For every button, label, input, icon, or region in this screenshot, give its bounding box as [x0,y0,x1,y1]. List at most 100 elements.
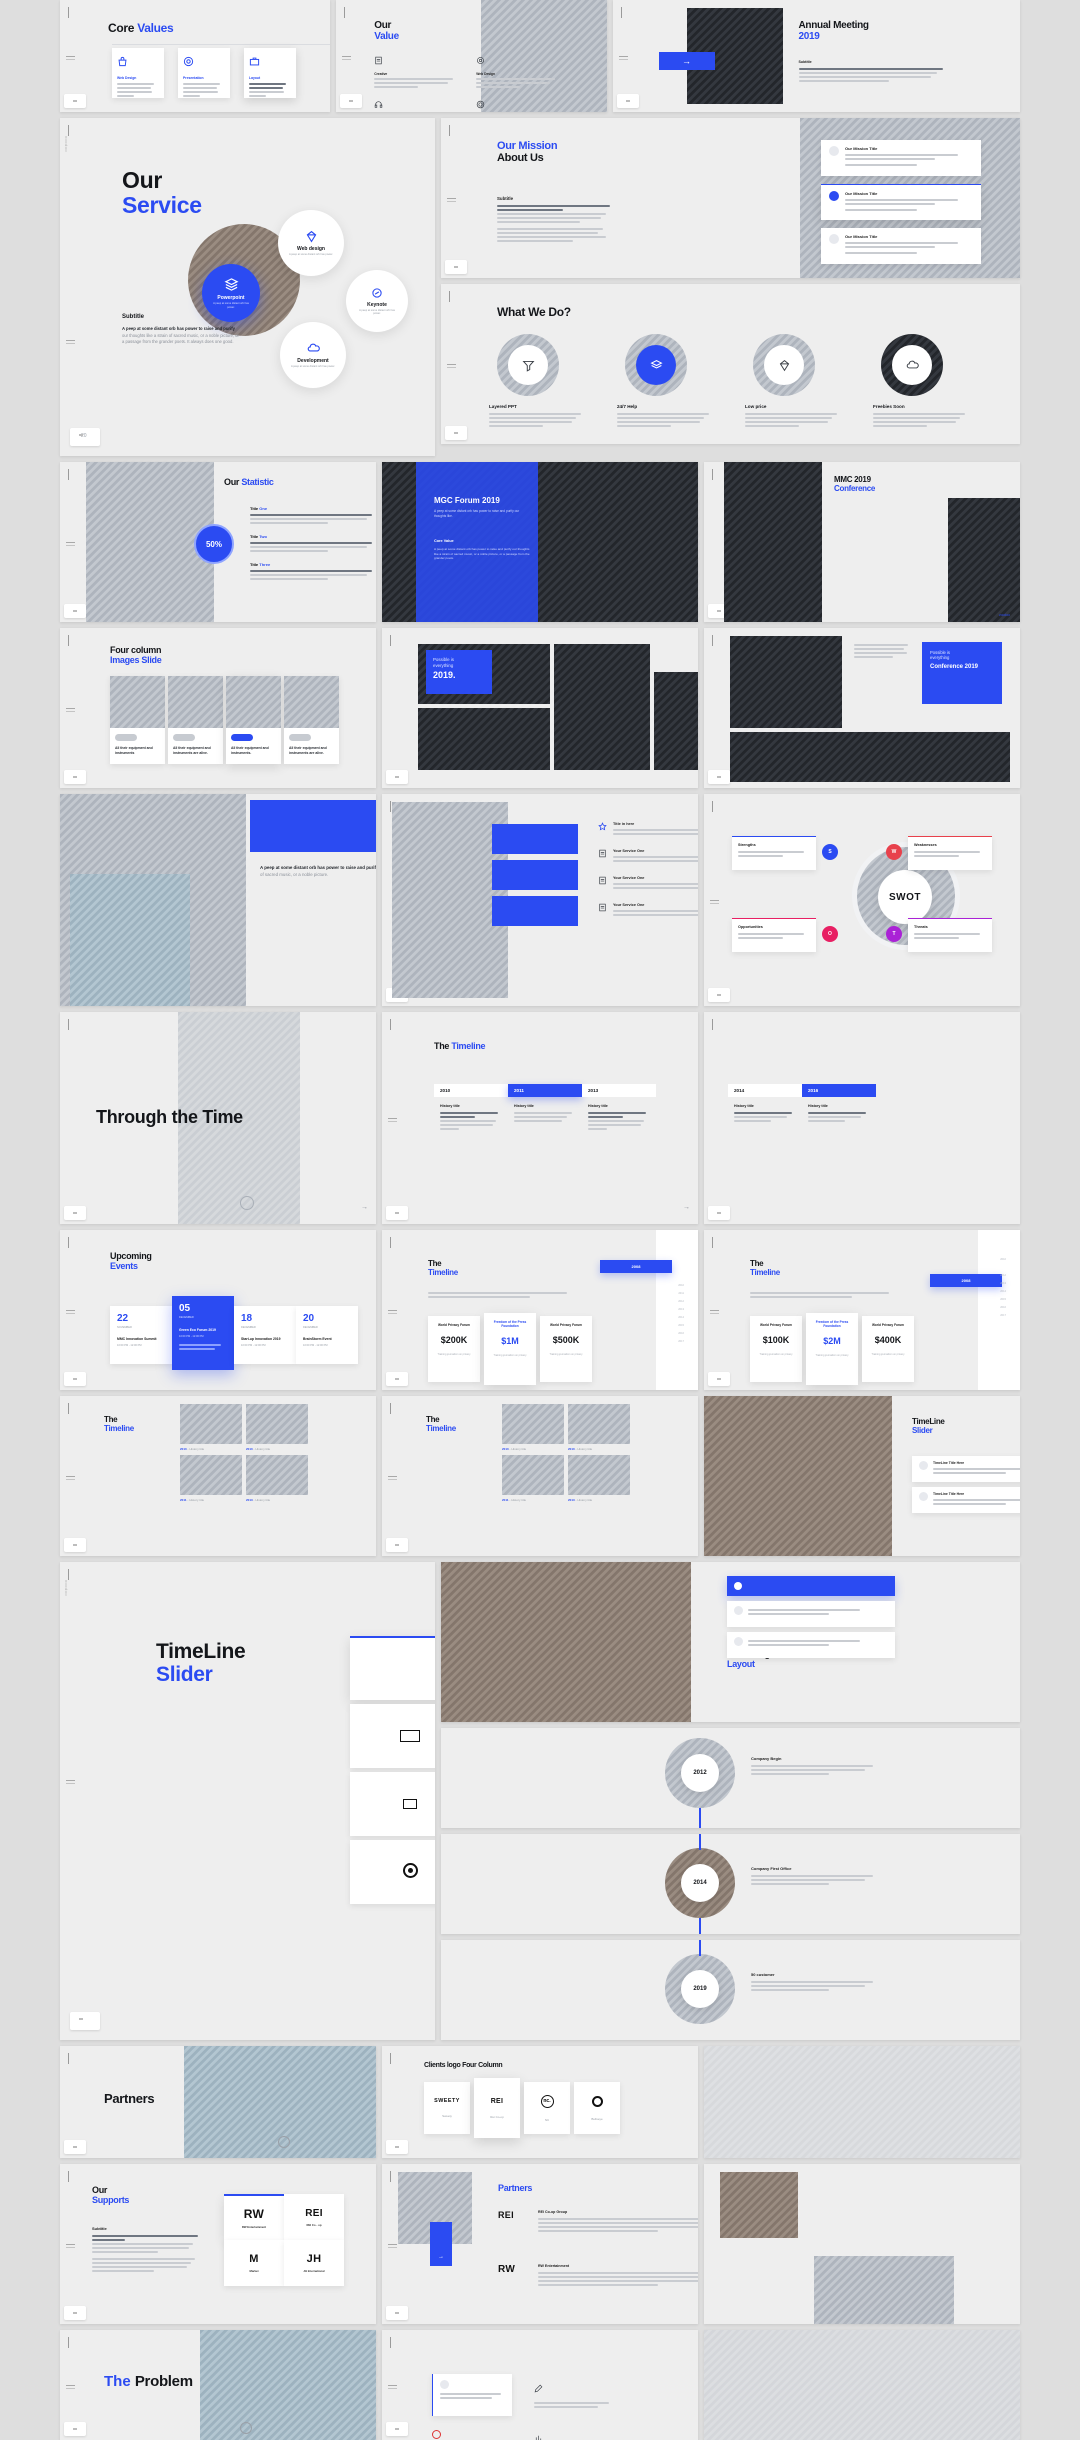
slide-timeline-money-b[interactable]: 2008 2010 x 2012 2013 2014 2015 2016 201… [704,1230,1020,1390]
problem-card[interactable] [534,2374,614,2416]
swot-strengths[interactable]: Strengths [732,836,816,870]
slide-conference-2019[interactable]: Possible is everything Conference 2019 [704,628,1020,788]
selected-year-chip[interactable]: 2008 [600,1260,672,1273]
swot-threats[interactable]: Threats [908,918,992,952]
slide-our-statistic[interactable]: Our Statistic 50% Title One Title Two Ti… [60,462,376,622]
partner-row[interactable]: REI REI Co-op Group [498,2210,698,2234]
value-item[interactable]: Supporting [374,96,462,112]
timeline-image-entry[interactable]: 2010 - History title [180,1404,242,1451]
play-button-icon[interactable] [278,2136,290,2148]
support-logo-jh[interactable]: JH JH International [284,2240,344,2286]
slide-possible-2019[interactable]: Possible is everything 2019. [382,628,698,788]
page-badge[interactable] [70,2012,100,2030]
wwd-item[interactable]: Layered PPT [489,334,607,429]
service-row[interactable]: Your Service One [598,903,698,918]
money-card[interactable]: World Privacy Forum $500K Training journ… [540,1316,592,1382]
cta-button[interactable]: → [658,52,715,70]
value-card[interactable]: Presentation [178,48,230,98]
service-row[interactable]: Title in here [598,822,698,837]
timeline-year-block[interactable]: 2014 History title [728,1084,802,1124]
slide-timeline-years-b[interactable]: 2014 History title 2016 History title [704,1012,1020,1224]
timeline-year-block-active[interactable]: 2011 History title [508,1084,582,1132]
swot-weaknesses[interactable]: Weaknesses [908,836,992,870]
slide-quote[interactable]: A peep at some distant orb has power to … [60,794,376,1006]
image-card[interactable]: All their equipment and instruments [110,676,165,764]
slider-item[interactable]: TimeLine Title Here [912,1456,1020,1482]
problem-card[interactable] [534,2424,614,2440]
slide-partners-detail[interactable]: → Partners REI REI Co-op Group RW RW Ent… [382,2164,698,2324]
slider-item[interactable]: TimeLine Title Here [912,1487,1020,1513]
money-card[interactable]: World Privacy Forum $200K Training journ… [428,1316,480,1382]
money-card-active[interactable]: Freedom of the Press Foundation $1M Trai… [484,1313,536,1385]
wwd-item[interactable]: Low price [745,334,863,429]
image-card[interactable]: All their equipment and instruments are … [284,676,339,764]
money-card[interactable]: World Privacy Forum $100K Training journ… [750,1316,802,1382]
slide-timeline-slider-a[interactable]: TimeLine Slider TimeLine Title Here Time… [704,1396,1020,1556]
value-card[interactable]: Layout [244,48,296,98]
timeline-year-block-active[interactable]: 2016 History title [802,1084,876,1124]
event-card[interactable]: 18 DECEMBER Start-up Innovation 2019 10:… [234,1306,296,1364]
client-logo-bullseye[interactable] [350,1840,435,1904]
image-card[interactable]: All their equipment and instruments are … [168,676,223,764]
service-row[interactable]: Your Service One [598,876,698,891]
selected-year-chip[interactable]: 2008 [930,1274,1002,1287]
slide-problem-and-solution[interactable]: The Problem [60,2330,376,2440]
arrow-right-icon[interactable]: → [361,1204,368,1211]
timeline-image-entry[interactable]: 2013 - History title [246,1455,308,1502]
problem-card-active[interactable] [432,2374,512,2416]
timeline-image-entry[interactable]: 2013 - History title [568,1455,630,1502]
year-list[interactable]: 2010 2011 2012 2013 2014 2015 2016 2017 [678,1284,684,1343]
slide-four-column-images[interactable]: Four column Images Slide All their equip… [60,628,376,788]
service-node-development[interactable]: Development A peep at some distant orb h… [280,322,346,388]
cta-button[interactable]: → [430,2222,452,2266]
statistic-item[interactable]: Title Three [250,562,376,580]
timeline-image-entry[interactable]: 2011 - History title [180,1455,242,1502]
slide-upcoming-events[interactable]: Upcoming Events 22 NOVEMBER MMC Innovati… [60,1230,376,1390]
timeline-image-entry[interactable]: 2010 - History title [568,1404,630,1451]
statistic-item[interactable]: Title Two [250,534,376,552]
slide-what-we-do[interactable]: What We Do? Layered PPT 24/7 Help Low pr… [441,284,1020,444]
service-node-web-design[interactable]: Web design A peep at some distant orb ha… [278,210,344,276]
client-logo-sweety[interactable] [350,1636,435,1700]
problem-card[interactable] [432,2424,512,2440]
year-list[interactable]: 2010 x 2012 2013 2014 2015 2016 2017 [1000,1258,1006,1317]
slide-annual-meeting[interactable]: → Annual Meeting 2019 Subtitle [612,0,1020,112]
client-card[interactable]: SWEETY Sweety [424,2082,470,2134]
partner-row[interactable]: RW RW Entertainment [498,2264,698,2288]
slide-services-list[interactable]: Title in here Your Service One Your Serv… [382,794,698,1006]
value-card[interactable]: Web Design [112,48,164,98]
slide-timeline-2019[interactable]: 2019 50 customer [441,1940,1020,2040]
page-badge[interactable]: 20 [70,428,100,446]
slide-clients-logo-layout[interactable]: voodoo TimeLine Slider [60,1562,435,2040]
slide-timeline-images-b[interactable]: The Timeline 2010 - History title 2010 -… [382,1396,698,1556]
wwd-item-active[interactable]: 24/7 Help [617,334,735,429]
wwd-item[interactable]: Freebies Soon [873,334,991,429]
event-card[interactable]: 22 NOVEMBER MMC Innovation Summit 10:00 … [110,1306,172,1364]
client-logo-wall[interactable] [350,1772,435,1836]
mission-panel[interactable]: Our Mission Title [821,140,981,176]
slider-item[interactable] [727,1632,895,1658]
value-item[interactable]: Web Design [476,52,564,90]
timeline-year-block[interactable]: 2013 History title [582,1084,656,1132]
slide-timeline-images-a[interactable]: The Timeline 2010 - History title 2010 -… [60,1396,376,1556]
swot-opportunities[interactable]: Opportunities [732,918,816,952]
slide-clients-four-column[interactable]: Clients logo Four Column SWEETY Sweety R… [382,2046,698,2158]
client-card-active[interactable]: REI Rei Co-op [474,2078,520,2138]
arrow-right-icon[interactable]: → [683,1204,690,1211]
client-card[interactable]: nc. NC [524,2082,570,2134]
slide-our-service[interactable]: voodoo 20 Our Service Powerpoint A peep … [60,118,435,456]
slider-item-active[interactable] [727,1576,895,1596]
client-card[interactable]: Bullseye [574,2082,620,2134]
event-card[interactable]: 20 DECEMBER BrainStorm Event 10:00 PM - … [296,1306,358,1364]
value-item[interactable]: Creative [374,52,462,90]
slide-our-value[interactable]: Our Value Creative Web Design [336,0,607,112]
slide-partners-title[interactable]: Partners [60,2046,376,2158]
statistic-item[interactable]: Title One [250,506,376,524]
event-card-active[interactable]: 05 DECEMBER Green Eco Forum 2019 10:00 P… [172,1296,234,1370]
image-card-active[interactable]: All their equipment and instruments. [226,676,281,764]
service-row[interactable]: Your Service One [598,849,698,864]
slide-timeline-slider-b[interactable]: Clients logo Layout [441,1562,1020,1722]
timeline-image-entry[interactable]: 2010 - History title [246,1404,308,1451]
service-node-keynote[interactable]: Keynote A peep at some distant orb has p… [346,270,408,332]
mission-panel[interactable]: Our Mission Title [821,228,981,264]
